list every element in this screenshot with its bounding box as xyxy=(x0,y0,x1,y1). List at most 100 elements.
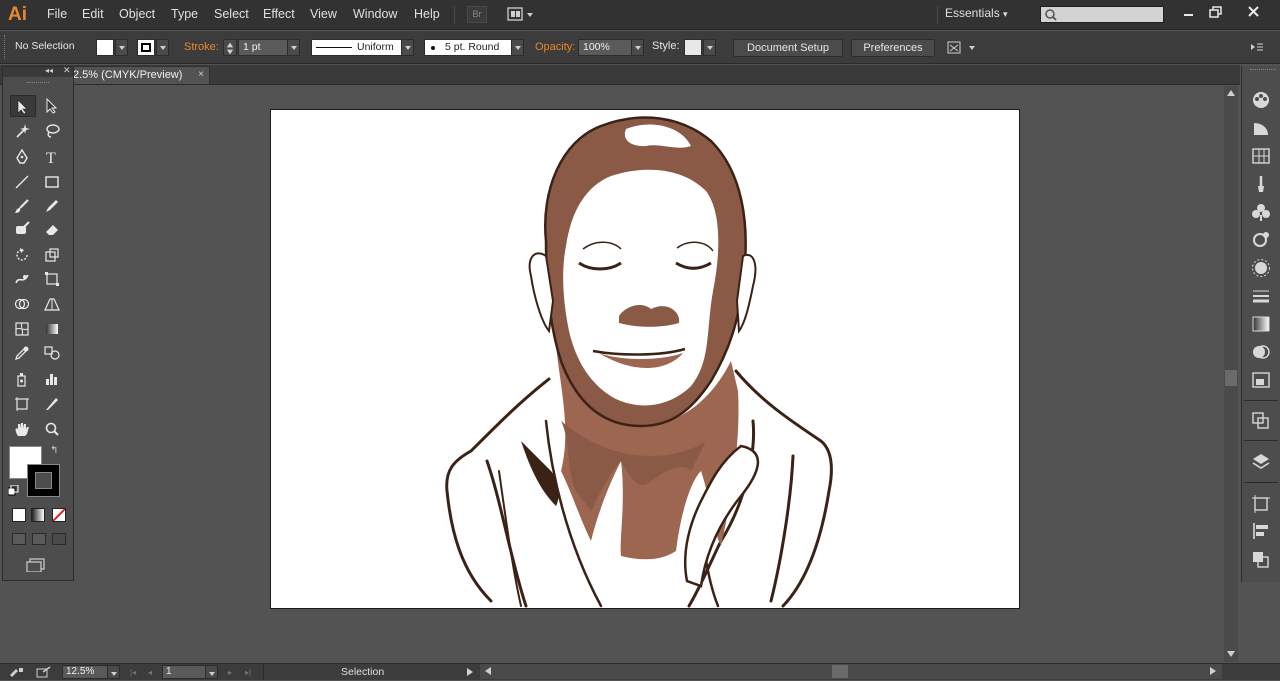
menu-file[interactable]: File xyxy=(47,7,67,21)
menu-effect[interactable]: Effect xyxy=(263,7,295,21)
variable-width-profile[interactable]: Uniform xyxy=(311,39,402,56)
menu-type[interactable]: Type xyxy=(171,7,198,21)
column-graph-tool-icon[interactable] xyxy=(40,368,66,390)
menu-edit[interactable]: Edit xyxy=(82,7,104,21)
profile-dropdown[interactable] xyxy=(401,39,414,56)
artboard[interactable] xyxy=(270,109,1020,609)
scale-tool-icon[interactable] xyxy=(40,244,66,266)
stroke-panel-icon[interactable] xyxy=(1250,286,1272,306)
brushes-icon[interactable] xyxy=(1250,174,1272,194)
type-tool-icon[interactable]: T xyxy=(40,146,66,168)
menu-object[interactable]: Object xyxy=(119,7,155,21)
menu-select[interactable]: Select xyxy=(214,7,249,21)
screen-mode-icon[interactable] xyxy=(26,558,46,573)
transparency-icon[interactable] xyxy=(1250,342,1272,362)
brush-definition[interactable]: 5 pt. Round xyxy=(424,39,512,56)
tab-close-icon[interactable]: × xyxy=(198,67,204,83)
zoom-tool-icon[interactable] xyxy=(40,418,66,440)
minimize-icon[interactable] xyxy=(1177,3,1201,21)
color-panel-icon[interactable] xyxy=(1250,90,1272,110)
document-tab[interactable]: 2.5% (CMYK/Preview) × xyxy=(68,66,210,84)
previous-artboard-icon[interactable]: ◂ xyxy=(148,668,158,677)
graphic-styles-icon[interactable] xyxy=(1250,230,1272,250)
pencil-tool-icon[interactable] xyxy=(40,195,66,217)
last-artboard-icon[interactable]: ▸| xyxy=(245,668,255,677)
artboard-tool-icon[interactable] xyxy=(10,393,36,415)
fill-swatch[interactable] xyxy=(96,39,114,56)
magic-wand-tool-icon[interactable] xyxy=(10,120,36,142)
align-icon[interactable] xyxy=(1250,521,1272,541)
pathfinder-unite-icon[interactable] xyxy=(1250,549,1272,569)
restore-icon[interactable] xyxy=(1204,3,1228,21)
swatches-icon[interactable] xyxy=(1250,146,1272,166)
artboard-dropdown[interactable] xyxy=(205,665,218,679)
gradient-panel-icon[interactable] xyxy=(1250,314,1272,334)
slice-tool-icon[interactable] xyxy=(40,393,66,415)
preferences-button[interactable]: Preferences xyxy=(851,39,935,57)
menu-view[interactable]: View xyxy=(310,7,337,21)
rectangle-tool-icon[interactable] xyxy=(40,171,66,193)
first-artboard-icon[interactable]: |◂ xyxy=(130,668,140,677)
search-input[interactable] xyxy=(1040,6,1164,23)
status-menu-icon[interactable] xyxy=(467,668,473,676)
rotate-tool-icon[interactable] xyxy=(10,244,36,266)
menu-help[interactable]: Help xyxy=(414,7,440,21)
workspace-switcher[interactable]: Essentials ▾ xyxy=(945,6,1008,20)
paintbrush-tool-icon[interactable] xyxy=(10,195,36,217)
none-mode-button[interactable] xyxy=(52,508,66,522)
blob-brush-tool-icon[interactable] xyxy=(10,218,36,240)
default-colors-icon[interactable] xyxy=(7,484,20,497)
arrange-icon[interactable] xyxy=(946,40,976,56)
color-mode-button[interactable] xyxy=(12,508,26,522)
perspective-grid-tool-icon[interactable] xyxy=(40,293,66,315)
document-setup-button[interactable]: Document Setup xyxy=(733,39,843,57)
stroke-weight-dropdown[interactable] xyxy=(287,39,300,56)
draw-normal-icon[interactable] xyxy=(12,533,26,545)
brush-dropdown[interactable] xyxy=(511,39,524,56)
menu-window[interactable]: Window xyxy=(353,7,397,21)
gradient-tool-icon[interactable] xyxy=(40,318,66,340)
tools-panel-header[interactable]: ◂◂ ✕ xyxy=(3,65,73,77)
shape-builder-tool-icon[interactable] xyxy=(10,293,36,315)
transform-icon[interactable] xyxy=(1250,370,1272,390)
stroke-swatch[interactable] xyxy=(137,39,155,56)
opacity-label[interactable]: Opacity: xyxy=(535,41,575,53)
draw-behind-icon[interactable] xyxy=(32,533,46,545)
pathfinder-icon[interactable] xyxy=(1250,410,1272,430)
mesh-tool-icon[interactable] xyxy=(10,318,36,340)
artboard-number-field[interactable]: 1 xyxy=(162,665,206,679)
fill-dropdown[interactable] xyxy=(115,39,128,56)
horizontal-scrollbar[interactable] xyxy=(480,664,1222,679)
zoom-dropdown[interactable] xyxy=(107,665,120,679)
panel-close-icon[interactable]: ✕ xyxy=(63,65,71,76)
style-swatch[interactable] xyxy=(684,39,702,56)
horizontal-scroll-thumb[interactable] xyxy=(832,665,848,678)
line-segment-tool-icon[interactable] xyxy=(10,171,36,193)
next-artboard-icon[interactable]: ▸ xyxy=(228,668,238,677)
close-icon[interactable] xyxy=(1242,3,1266,21)
warp-tool-icon[interactable] xyxy=(10,268,36,290)
swap-colors-icon[interactable]: ↰ xyxy=(50,445,62,457)
blend-tool-icon[interactable] xyxy=(40,342,66,364)
free-transform-tool-icon[interactable] xyxy=(40,268,66,290)
symbols-icon[interactable] xyxy=(1250,202,1272,222)
zoom-level-field[interactable]: 12.5% xyxy=(62,665,108,679)
collapse-icon[interactable]: ◂◂ xyxy=(45,66,53,75)
vertical-scroll-thumb[interactable] xyxy=(1225,370,1237,386)
appearance-icon[interactable] xyxy=(1250,258,1272,278)
direct-selection-tool-icon[interactable] xyxy=(40,95,66,117)
share-icon[interactable] xyxy=(36,666,52,678)
stroke-dropdown[interactable] xyxy=(156,39,169,56)
panel-menu-icon[interactable] xyxy=(1249,40,1265,54)
stroke-weight-field[interactable]: 1 pt xyxy=(238,39,288,56)
opacity-dropdown[interactable] xyxy=(631,39,644,56)
symbol-sprayer-tool-icon[interactable] xyxy=(10,368,36,390)
style-dropdown[interactable] xyxy=(703,39,716,56)
selection-tool-icon[interactable] xyxy=(10,95,36,117)
layers-icon[interactable] xyxy=(1250,452,1272,472)
draw-inside-icon[interactable] xyxy=(52,533,66,545)
stroke-color-box[interactable] xyxy=(27,464,60,497)
hand-tool-icon[interactable] xyxy=(10,418,36,440)
color-guide-icon[interactable] xyxy=(1250,118,1272,138)
artboard-nav-icon[interactable] xyxy=(8,666,24,678)
